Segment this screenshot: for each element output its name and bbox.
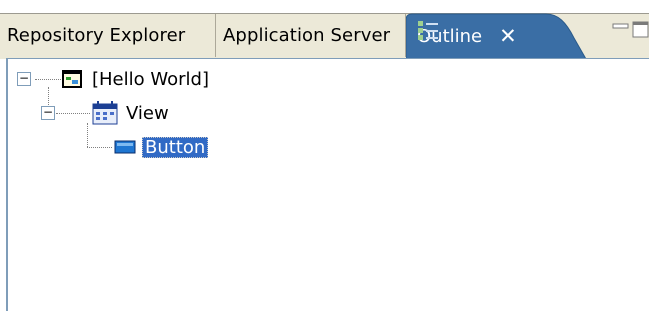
collapse-toggle[interactable]: − [17,72,31,86]
calendar-view-icon [92,101,118,125]
tree-item-hello-world[interactable]: [Hello World] [61,65,209,93]
view-tab-bar: Repository Explorer Application Server O… [0,0,649,61]
tree-item-view[interactable]: View [92,99,169,127]
form-icon [62,70,82,88]
tab-outline[interactable]: Outline ✕ [406,12,586,59]
minimize-icon[interactable] [612,20,630,36]
tree-connector [87,147,112,148]
tree-item-label: View [126,102,169,124]
tab-repository-explorer[interactable]: Repository Explorer [0,14,216,57]
button-widget-icon [114,140,136,154]
tab-label: Repository Explorer [7,25,186,46]
tab-label: Application Server [223,25,391,46]
outline-tree-panel: − [Hello World] − View Button [6,58,649,311]
collapse-toggle[interactable]: − [41,106,55,120]
outline-icon [418,21,438,40]
tab-application-server[interactable]: Application Server [216,14,406,57]
maximize-icon[interactable] [631,20,649,38]
close-icon[interactable]: ✕ [499,24,517,48]
tree-connector [35,79,61,80]
tree-item-button[interactable]: Button [114,133,209,161]
tree-connector [56,113,90,114]
tree-connector [87,123,88,147]
tree-item-label: [Hello World] [92,68,209,90]
tree-item-label: Button [142,136,209,158]
